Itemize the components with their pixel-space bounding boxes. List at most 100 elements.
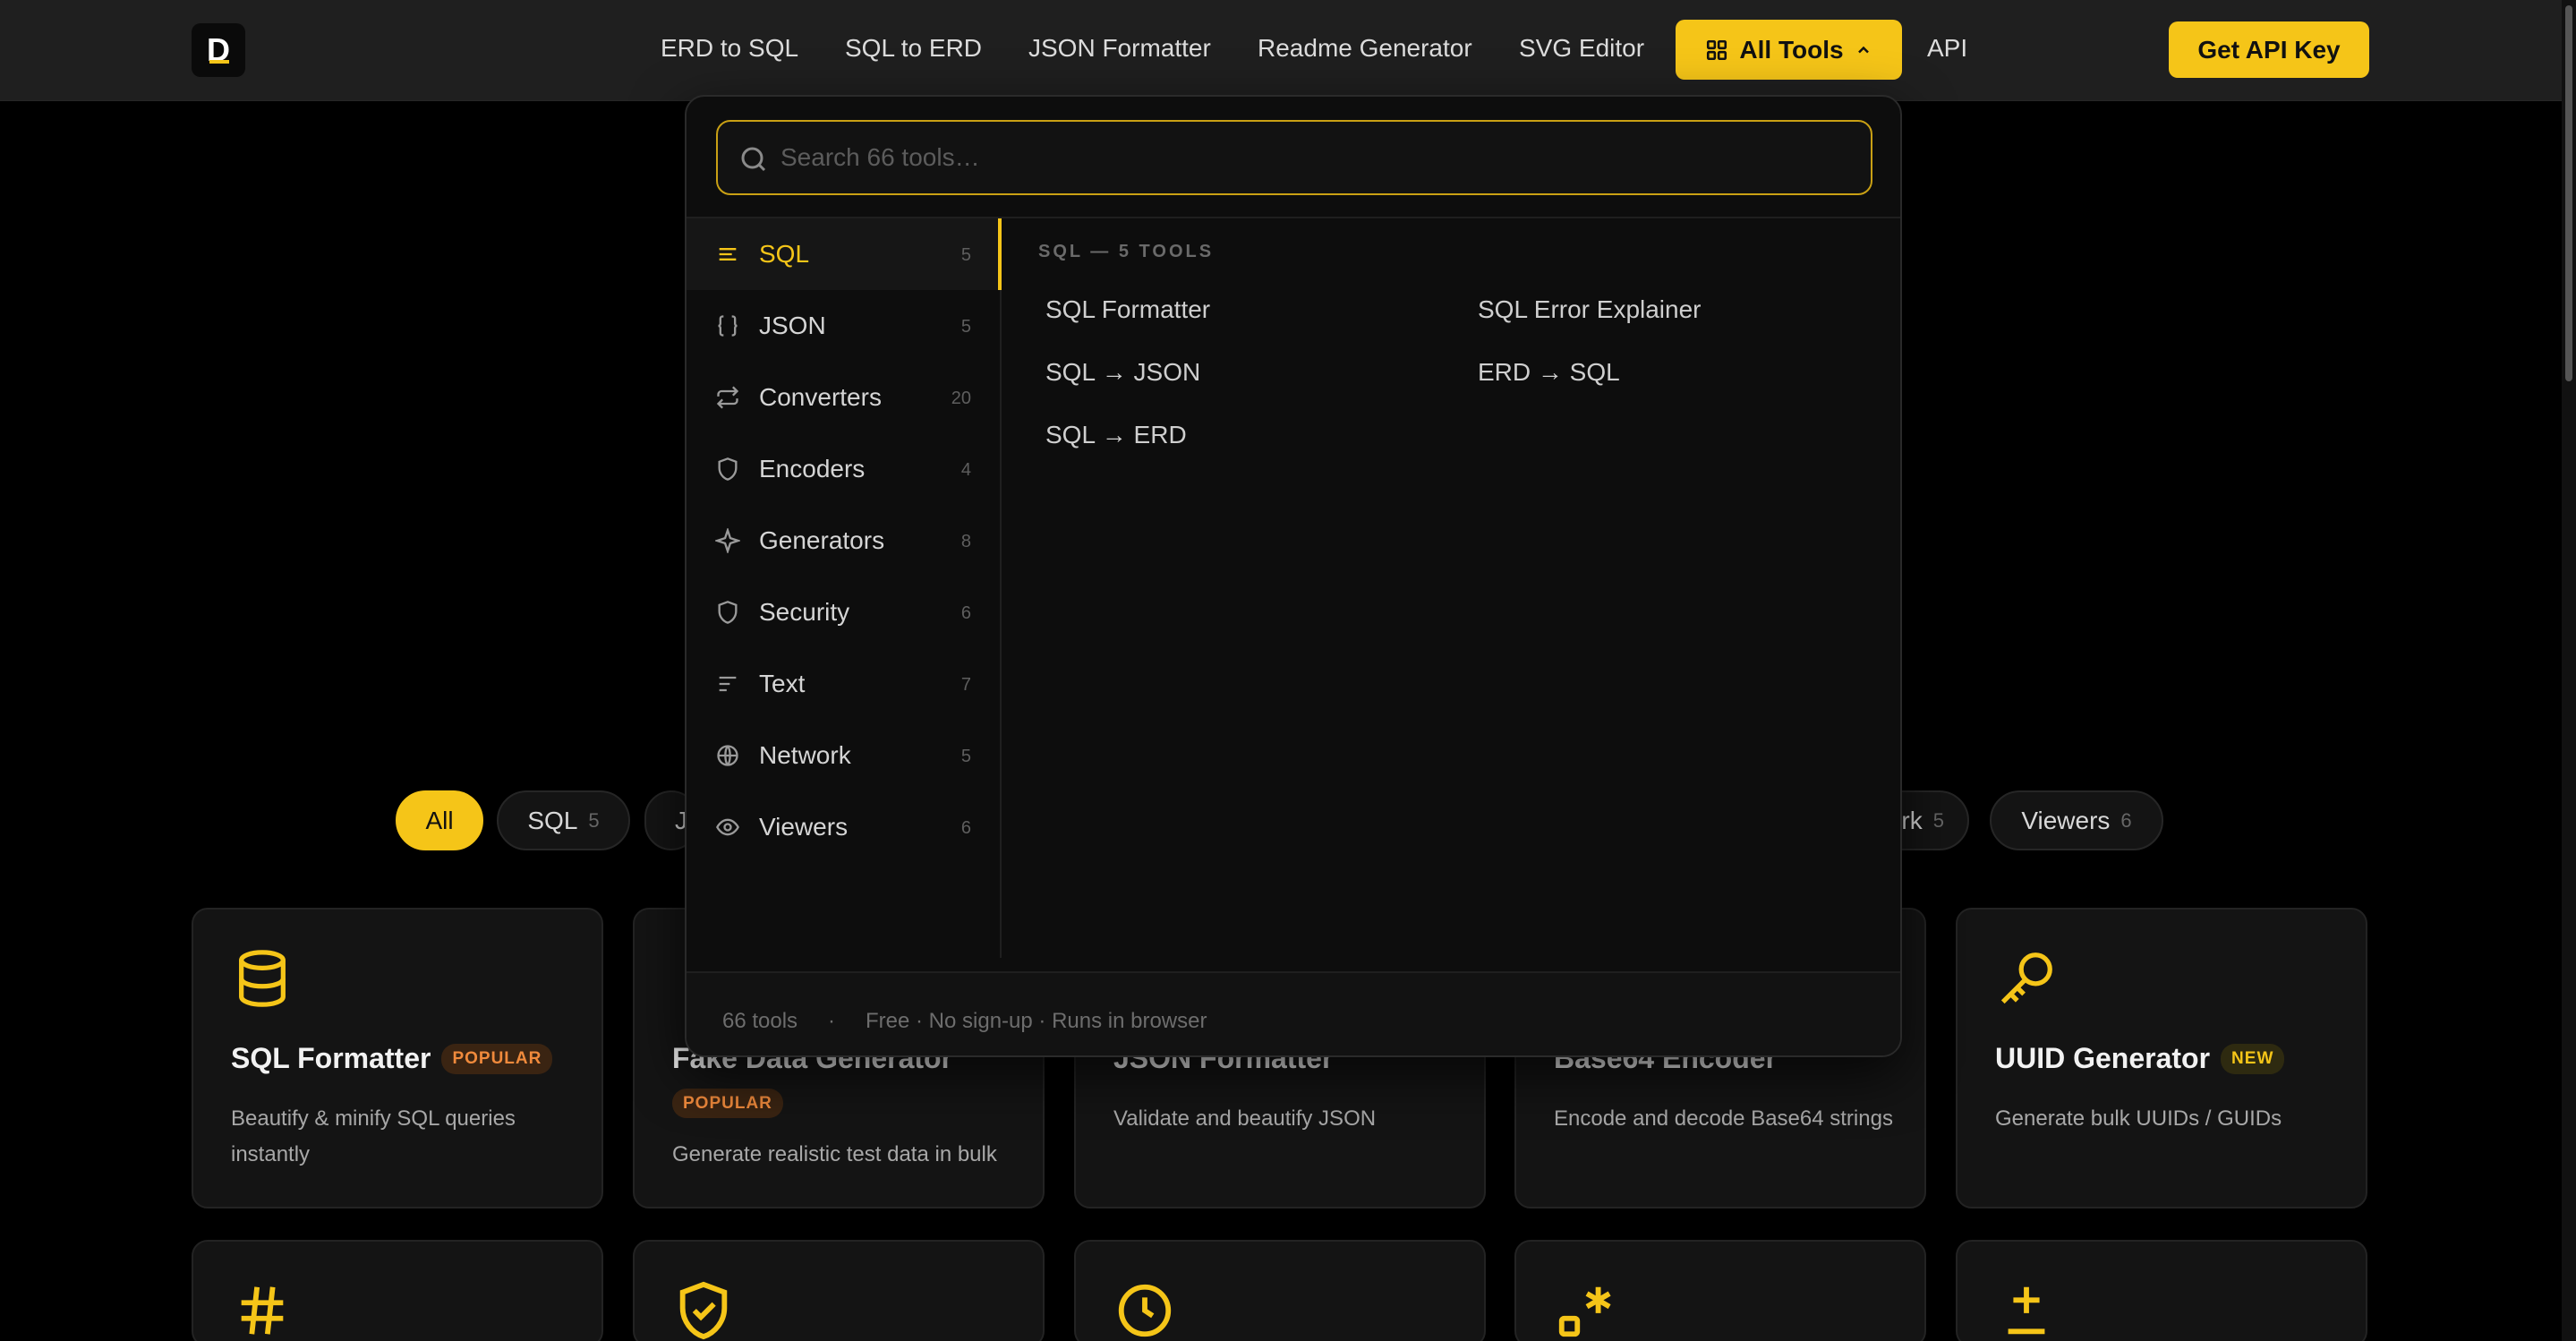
key-icon xyxy=(2000,952,2052,1004)
chip-all[interactable]: All xyxy=(396,790,483,850)
chip-label: Viewers xyxy=(2021,806,2111,834)
all-tools-button[interactable]: All Tools xyxy=(1676,20,1902,80)
hash-icon xyxy=(241,1286,284,1335)
nav-link-api[interactable]: API xyxy=(1927,34,1967,63)
search-icon xyxy=(741,147,766,172)
dropdown-footer: 66 tools · Free · No sign-up · Runs in b… xyxy=(687,971,1900,1055)
sql-lines-icon xyxy=(719,248,737,261)
text-lines-icon xyxy=(719,676,737,692)
category-count: 7 xyxy=(960,675,971,695)
card-title: SQL Formatter xyxy=(231,1042,431,1074)
shield-check-icon xyxy=(679,1281,728,1340)
tool-card[interactable] xyxy=(633,1240,1045,1341)
eye-icon xyxy=(716,818,739,836)
tool-card[interactable] xyxy=(1514,1240,1926,1341)
category-count: 5 xyxy=(960,245,971,265)
tool-link-sql-to-json[interactable]: SQL → JSON xyxy=(1045,358,1200,387)
repeat-arrows-icon xyxy=(716,386,739,409)
category-text[interactable]: Text 7 xyxy=(687,648,1000,720)
popular-badge: POPULAR xyxy=(672,1089,783,1118)
tool-search-box[interactable] xyxy=(716,120,1872,195)
category-sql[interactable]: SQL 5 xyxy=(687,218,1002,290)
category-count: 6 xyxy=(960,818,971,838)
chip-label: SQL xyxy=(527,806,578,834)
category-count: 6 xyxy=(960,603,971,623)
chip-viewers[interactable]: Viewers 6 xyxy=(1990,790,2163,850)
all-tools-dropdown: SQL 5 JSON 5 Converters 20 Encoders 4 Ge… xyxy=(685,95,1902,1057)
sparkle-icon xyxy=(715,528,740,553)
tool-card[interactable] xyxy=(1956,1240,2367,1341)
tool-card[interactable] xyxy=(192,1240,603,1341)
regex-icon xyxy=(1558,1286,1611,1337)
nav-link-json-formatter[interactable]: JSON Formatter xyxy=(1028,34,1211,63)
card-description: Generate bulk UUIDs / GUIDs xyxy=(1995,1106,2282,1131)
database-icon xyxy=(239,950,286,1007)
card-description: Beautify & minify SQL queries instantly xyxy=(231,1106,516,1166)
tool-link-erd-to-sql[interactable]: ERD → SQL xyxy=(1478,358,1620,387)
category-label: Text xyxy=(759,670,806,697)
nav-link-sql-to-erd[interactable]: SQL to ERD xyxy=(845,34,982,63)
nav-link-erd-to-sql[interactable]: ERD to SQL xyxy=(661,34,798,63)
all-tools-label: All Tools xyxy=(1739,35,1844,64)
tool-link-sql-error-explainer[interactable]: SQL Error Explainer xyxy=(1478,295,1702,324)
chip-count: 5 xyxy=(1932,808,1944,832)
category-count: 20 xyxy=(951,389,971,408)
chip-sql[interactable]: SQL 5 xyxy=(497,790,630,850)
new-badge: NEW xyxy=(2221,1043,2285,1074)
globe-icon xyxy=(717,745,738,766)
card-title: UUID Generator xyxy=(1995,1042,2211,1074)
chip-label: All xyxy=(425,806,454,834)
shield-icon xyxy=(718,457,738,481)
category-encoders[interactable]: Encoders 4 xyxy=(687,433,1000,505)
category-sidebar: SQL 5 JSON 5 Converters 20 Encoders 4 Ge… xyxy=(687,218,1002,958)
category-label: Generators xyxy=(759,526,885,554)
category-label: Network xyxy=(759,741,851,769)
category-label: Viewers xyxy=(759,813,849,841)
footer-note: Free · No sign-up · Runs in browser xyxy=(866,1009,1207,1033)
category-label: Encoders xyxy=(759,455,866,483)
category-label: Converters xyxy=(759,383,882,411)
tools-count: 66 tools xyxy=(722,1009,798,1033)
category-count: 5 xyxy=(960,317,971,337)
chip-count: 6 xyxy=(2120,808,2132,832)
category-count: 8 xyxy=(960,532,971,551)
category-label: JSON xyxy=(759,312,826,339)
shield-icon xyxy=(718,601,738,624)
card-description: Encode and decode Base64 strings xyxy=(1554,1106,1893,1131)
category-json[interactable]: JSON 5 xyxy=(687,290,1000,362)
card-description: Generate realistic test data in bulk xyxy=(672,1142,997,1166)
plus-minus-icon xyxy=(2008,1286,2045,1335)
category-network[interactable]: Network 5 xyxy=(687,720,1000,791)
tool-card[interactable] xyxy=(1074,1240,1486,1341)
panel-heading: SQL — 5 TOOLS xyxy=(1038,242,1215,261)
tool-link-sql-formatter[interactable]: SQL Formatter xyxy=(1045,295,1210,324)
grid-icon xyxy=(1707,39,1727,60)
category-label: SQL xyxy=(759,240,810,268)
card-description: Validate and beautify JSON xyxy=(1113,1106,1377,1131)
category-security[interactable]: Security 6 xyxy=(687,577,1000,648)
category-count: 4 xyxy=(960,460,971,480)
category-generators[interactable]: Generators 8 xyxy=(687,505,1000,577)
chevron-up-icon xyxy=(1857,46,1869,53)
nav-link-svg-editor[interactable]: SVG Editor xyxy=(1519,34,1644,63)
scrollbar-thumb[interactable] xyxy=(2565,5,2572,381)
category-viewers[interactable]: Viewers 6 xyxy=(687,791,1000,863)
top-navbar: D ERD to SQL SQL to ERD JSON Formatter R… xyxy=(0,0,2562,101)
category-label: Security xyxy=(759,598,850,626)
site-logo[interactable]: D xyxy=(192,23,245,77)
chip-label: rk xyxy=(1901,806,1923,834)
get-api-key-button[interactable]: Get API Key xyxy=(2169,21,2369,78)
footer-separator: · xyxy=(828,1009,835,1033)
chip-count: 5 xyxy=(588,808,600,832)
tool-link-sql-to-erd[interactable]: SQL → ERD xyxy=(1045,421,1187,449)
popular-badge: POPULAR xyxy=(441,1043,553,1074)
category-count: 5 xyxy=(960,747,971,766)
category-converters[interactable]: Converters 20 xyxy=(687,362,1000,433)
nav-link-readme-generator[interactable]: Readme Generator xyxy=(1258,34,1472,63)
search-input[interactable] xyxy=(780,134,1846,181)
tool-card-sql-formatter[interactable]: SQL Formatter POPULAR Beautify & minify S… xyxy=(192,908,603,1209)
clock-icon xyxy=(1118,1284,1172,1337)
logo-underline xyxy=(209,60,229,64)
tool-card-uuid-generator[interactable]: UUID Generator NEW Generate bulk UUIDs / … xyxy=(1956,908,2367,1209)
braces-icon xyxy=(718,315,738,337)
